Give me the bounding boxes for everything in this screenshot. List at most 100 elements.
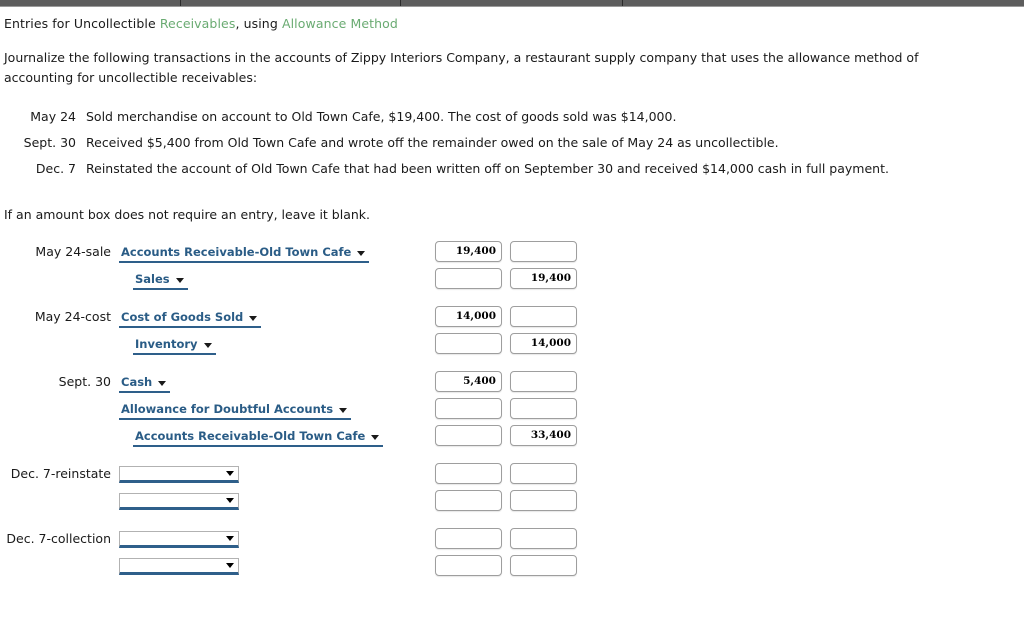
credit-amount-input[interactable]: 33,400 [510,425,577,446]
account-cell: Accounts Receivable-Old Town Cafe [119,238,430,265]
journal-group-spacer [0,292,578,303]
credit-amount-input[interactable] [510,463,577,484]
debit-amount-input[interactable]: 19,400 [435,241,502,262]
chevron-down-icon [357,250,366,256]
chevron-down-icon [203,342,212,348]
amount-cell: 14,000 [430,303,578,330]
credit-amount-input[interactable] [510,398,577,419]
amount-box-note: If an amount box does not require an ent… [4,207,370,222]
amount-cell: 19,400 [430,238,578,265]
debit-amount-input[interactable] [435,463,502,484]
chevron-down-icon [226,563,234,568]
browser-tab-separator [622,0,623,6]
account-select[interactable] [119,558,239,575]
chevron-down-icon [371,434,380,440]
account-cell [119,487,430,514]
chevron-down-icon [226,536,234,541]
chevron-down-icon [175,277,184,283]
account-select[interactable]: Accounts Receivable-Old Town Cafe [119,245,370,263]
journal-entry-row: Dec. 7-collection [0,525,578,552]
credit-amount-input[interactable] [510,371,577,392]
account-cell [119,552,430,579]
account-select[interactable]: Cost of Goods Sold [119,310,262,328]
journal-group-label: May 24-sale [35,244,111,259]
debit-amount-input[interactable] [435,398,502,419]
amount-cell [430,487,578,514]
credit-amount-input[interactable] [510,306,577,327]
journal-group-label-spacer [0,330,119,357]
debit-amount-input[interactable] [435,333,502,354]
journal-group-spacer [0,449,578,460]
journal-group-label: May 24-cost [34,309,111,324]
journal-group-label-spacer [0,422,119,449]
browser-chrome-strip [0,0,1024,7]
account-select[interactable]: Allowance for Doubtful Accounts [119,401,352,420]
account-select[interactable] [119,493,239,510]
chevron-down-icon [249,315,258,321]
journal-group-spacer [0,514,578,525]
debit-amount-input[interactable] [435,490,502,511]
debit-amount-input[interactable] [435,425,502,446]
account-cell: Cost of Goods Sold [119,303,430,330]
credit-amount-input[interactable] [510,241,577,262]
account-select[interactable]: Sales [133,272,188,290]
account-select[interactable]: Cash [119,374,171,393]
account-select-value: Cash [121,374,153,389]
browser-tab-separator [400,0,401,6]
amount-cell: 14,000 [430,330,578,357]
journal-group-label-spacer [0,265,119,292]
debit-amount-input[interactable] [435,268,502,289]
chevron-down-icon [226,471,234,476]
account-select-value: Allowance for Doubtful Accounts [121,401,334,416]
instructions-paragraph: Journalize the following transactions in… [4,50,919,85]
account-select-value: Inventory [135,336,198,351]
chevron-down-icon [226,498,234,503]
journal-entry-row: Inventory 14,000 [0,330,578,357]
journal-entry-row: May 24-sale Accounts Receivable-Old Town … [0,238,578,265]
credit-amount-input[interactable] [510,555,577,576]
account-select[interactable]: Accounts Receivable-Old Town Cafe [133,429,384,447]
browser-tab-separator [180,0,181,6]
account-cell [119,525,430,552]
transaction-date: Sept. 30 [23,135,76,150]
transaction-row: Sept. 30 Received $5,400 from Old Town Ca… [0,130,889,156]
question-page: Entries for Uncollectible Receivables, u… [0,7,1024,579]
amount-cell: 33,400 [430,422,578,449]
amount-cell: 19,400 [430,265,578,292]
account-select[interactable]: Inventory [133,337,216,355]
amount-cell [430,525,578,552]
debit-amount-input[interactable] [435,528,502,549]
debit-amount-input[interactable]: 5,400 [435,371,502,392]
account-cell: Cash [119,368,430,395]
credit-amount-input[interactable] [510,528,577,549]
debit-amount-input[interactable] [435,555,502,576]
amount-cell [430,552,578,579]
account-select-value: Sales [135,271,170,286]
journal-group-spacer-cell [0,357,578,368]
journal-entry-row [0,487,578,514]
journal-group-label: Dec. 7-reinstate [10,466,111,481]
journal-entry-row [0,552,578,579]
journal-entry-row: Accounts Receivable-Old Town Cafe 33,400 [0,422,578,449]
credit-amount-input[interactable] [510,490,577,511]
credit-amount-input[interactable]: 14,000 [510,333,577,354]
transaction-row: Dec. 7 Reinstated the account of Old Town… [0,156,889,182]
journal-entry-row: Dec. 7-reinstate [0,460,578,487]
amount-cell [430,460,578,487]
journal-group-label-spacer [0,552,119,579]
debit-amount-input[interactable]: 14,000 [435,306,502,327]
account-cell: Inventory [119,330,430,357]
page-title-keyword-receivables: Receivables [159,16,236,31]
amount-cell [430,395,578,422]
transaction-date: May 24 [30,109,76,124]
account-cell: Sales [119,265,430,292]
account-select[interactable] [119,466,239,483]
page-title-pre: Entries for Uncollectible [4,16,160,31]
journal-group-label-spacer [0,395,119,422]
journal-group-spacer-cell [0,449,578,460]
account-cell: Allowance for Doubtful Accounts [119,395,430,422]
journal-entry-row: Sept. 30 Cash 5,400 [0,368,578,395]
journal-group-label: Dec. 7-collection [6,531,111,546]
credit-amount-input[interactable]: 19,400 [510,268,577,289]
account-select[interactable] [119,531,239,548]
